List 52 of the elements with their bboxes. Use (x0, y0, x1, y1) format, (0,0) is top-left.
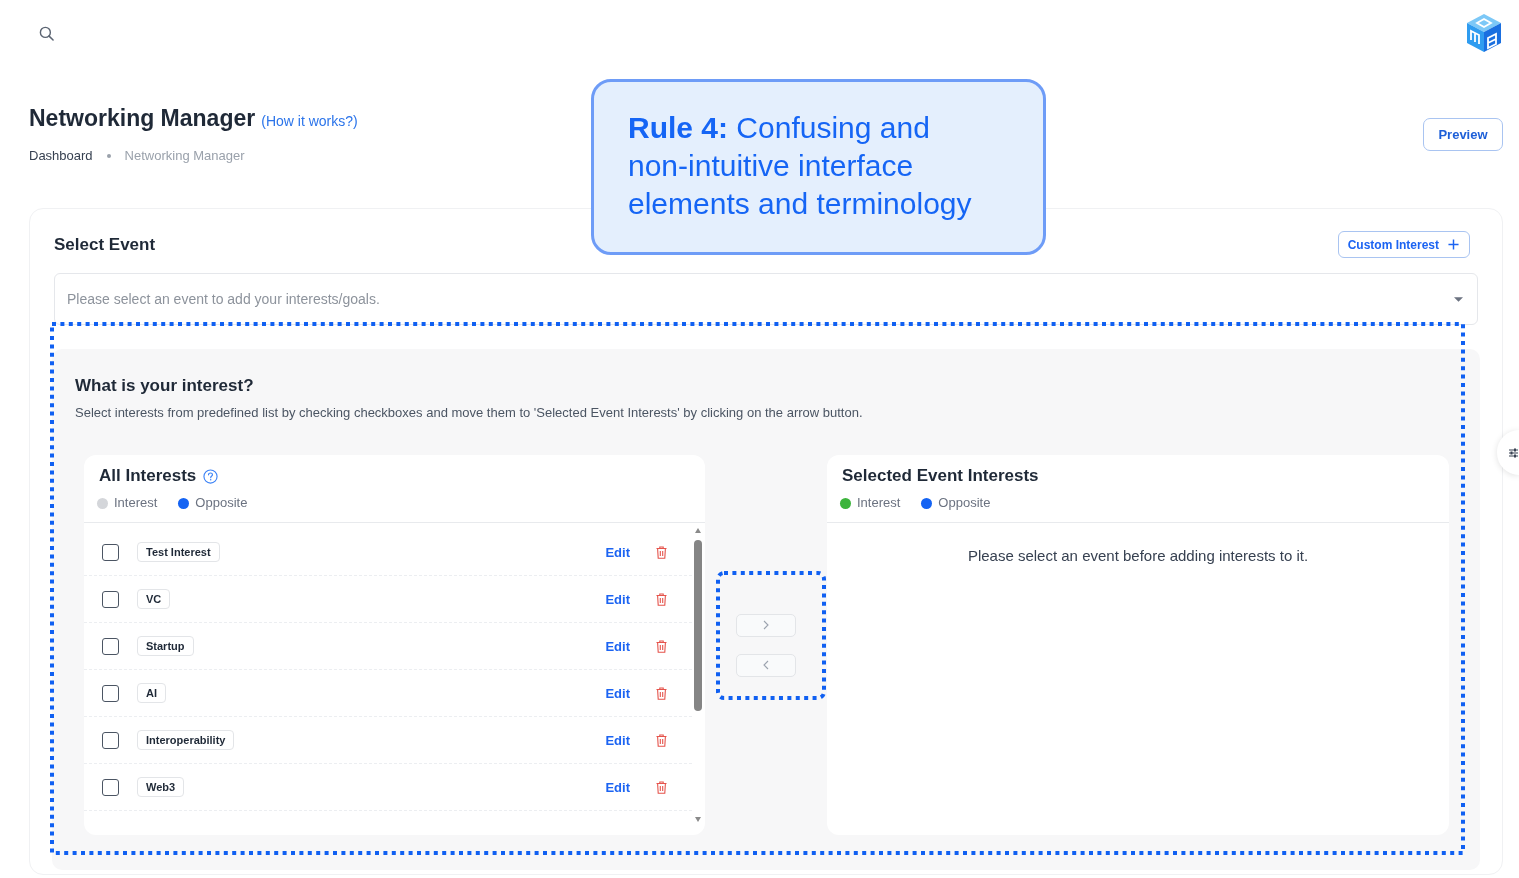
trash-icon[interactable] (656, 780, 667, 794)
checkbox[interactable] (102, 778, 119, 796)
bullet-icon (106, 154, 111, 158)
trash-icon[interactable] (656, 592, 667, 606)
edit-button[interactable]: Edit (605, 591, 630, 607)
help-icon[interactable] (203, 468, 219, 484)
edit-button[interactable]: Edit (605, 732, 630, 748)
plus-icon (1448, 239, 1459, 250)
event-select[interactable]: Please select an event to add your interests/goals. (54, 273, 1478, 325)
trash-icon[interactable] (656, 545, 667, 559)
panel-description: Select interests from predefined list by checking checkboxes and move them to 'Selected Event Interests' by clicking on the arrow button. (75, 404, 864, 422)
checkbox[interactable] (102, 731, 119, 749)
legend-label: Opposite (938, 494, 991, 512)
edit-button[interactable]: Edit (605, 638, 630, 654)
sliders-button[interactable] (1497, 430, 1519, 475)
breadcrumb-link[interactable]: Dashboard (29, 147, 93, 165)
page-title: Networking Manager (29, 104, 256, 132)
edit-button[interactable]: Edit (605, 779, 630, 795)
trash-icon[interactable] (656, 686, 667, 700)
legend-label: Interest (114, 494, 158, 512)
interest-tag: Startup (137, 636, 194, 656)
search-icon[interactable] (39, 25, 54, 41)
trash-icon[interactable] (656, 639, 667, 653)
card-title: Selected Event Interests (842, 465, 1039, 487)
checkbox[interactable] (102, 543, 119, 561)
trash-icon[interactable] (656, 733, 667, 747)
empty-message: Please select an event before adding interests to it. (967, 547, 1309, 565)
chevron-right-icon (763, 620, 769, 630)
section-title: Select Event (54, 234, 156, 255)
callout-text: Rule 4: Confusing and non-intuitive interface elements and terminology (628, 110, 973, 222)
help-link[interactable]: (How it works?) (261, 113, 358, 129)
custom-interest-button[interactable]: Custom Interest (1337, 231, 1470, 258)
edit-button[interactable]: Edit (605, 544, 630, 560)
caret-down-icon (1454, 297, 1463, 302)
legend-label: Opposite (195, 494, 248, 512)
interest-tag: AI (137, 683, 166, 703)
panel-title: What is your interest? (75, 375, 255, 397)
sliders-icon (1509, 447, 1518, 458)
preview-button[interactable]: Preview (1423, 118, 1503, 151)
cube-logo-icon (1466, 13, 1502, 53)
checkbox[interactable] (102, 590, 119, 608)
checkbox[interactable] (102, 637, 119, 655)
legend-label: Interest (857, 494, 901, 512)
interest-tag: Interoperability (137, 730, 235, 750)
breadcrumb-current: Networking Manager (124, 147, 245, 165)
chevron-left-icon (763, 660, 769, 670)
edit-button[interactable]: Edit (605, 685, 630, 701)
interest-tag: Web3 (137, 777, 185, 797)
interest-tag: Test Interest (137, 542, 220, 562)
interest-tag: VC (137, 589, 171, 609)
card-title: All Interests (99, 465, 197, 487)
checkbox[interactable] (102, 684, 119, 702)
